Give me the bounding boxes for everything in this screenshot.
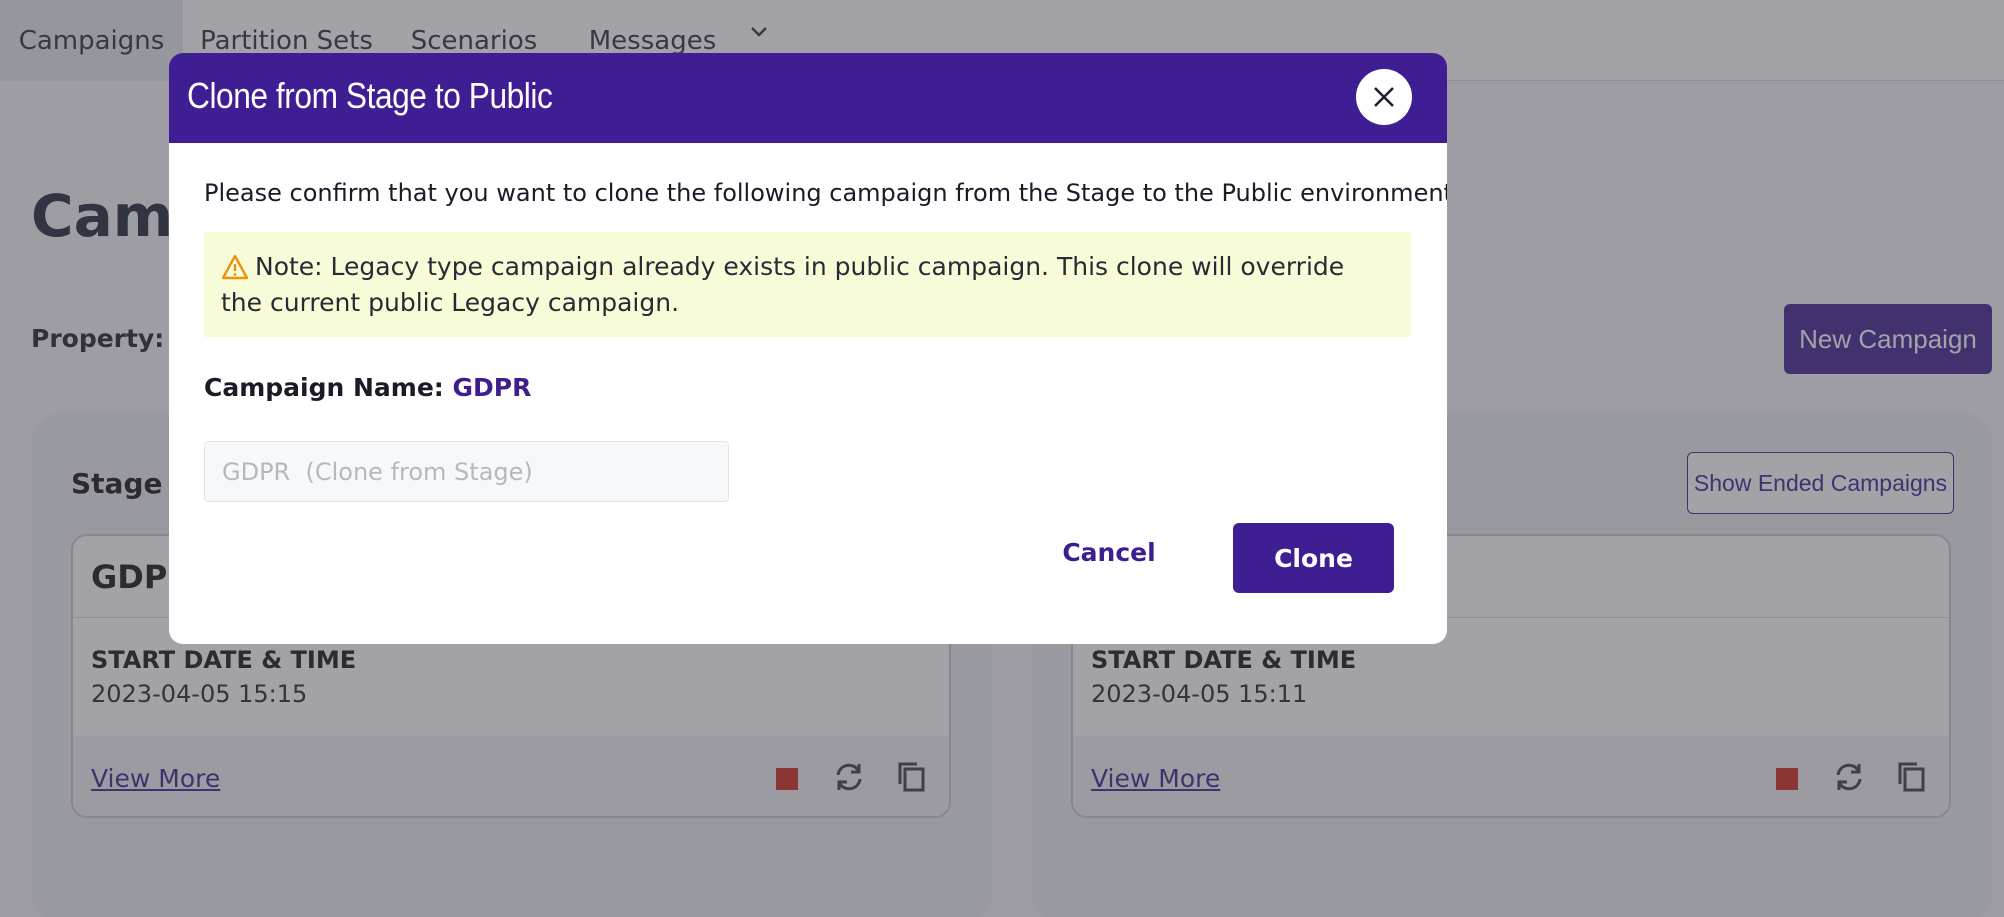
- close-button[interactable]: [1356, 69, 1412, 125]
- campaign-name-value: GDPR: [452, 373, 532, 402]
- close-icon: [1374, 87, 1394, 107]
- warning-note: Note: Legacy type campaign already exist…: [204, 232, 1411, 337]
- campaign-name-row: Campaign Name: GDPR: [204, 373, 531, 402]
- cancel-button[interactable]: Cancel: [1049, 523, 1169, 581]
- dialog-title: Clone from Stage to Public: [187, 75, 553, 116]
- dialog-header: Clone from Stage to Public: [169, 53, 1447, 143]
- dialog-message: Please confirm that you want to clone th…: [204, 179, 1447, 207]
- new-campaign-name-input[interactable]: [204, 441, 729, 502]
- clone-button[interactable]: Clone: [1233, 523, 1394, 593]
- clone-dialog: Clone from Stage to Public Please confir…: [169, 53, 1447, 644]
- campaign-name-label: Campaign Name:: [204, 373, 444, 402]
- warning-note-text: Note: Legacy type campaign already exist…: [221, 252, 1345, 317]
